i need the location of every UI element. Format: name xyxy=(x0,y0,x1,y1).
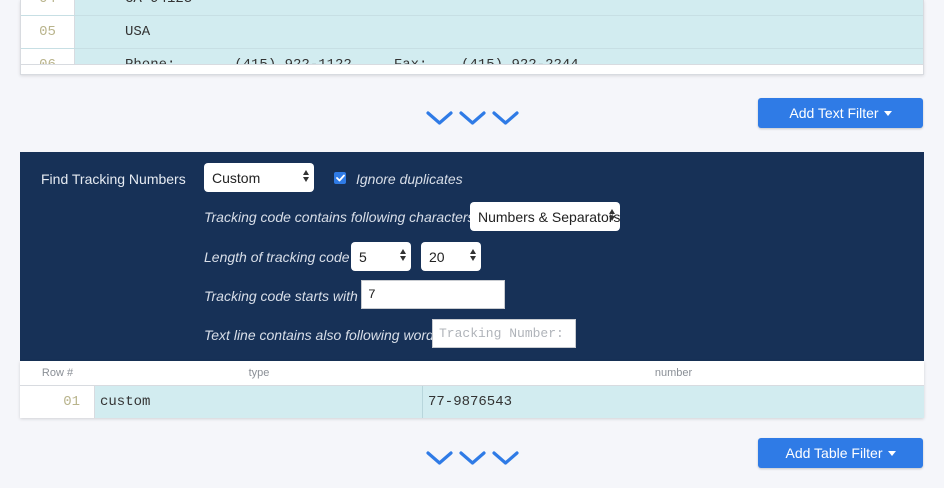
text-line: 04 CA 94123 xyxy=(21,0,923,16)
row-number: 01 xyxy=(20,386,95,418)
results-table: Row # type number 01 custom 77-9876543 xyxy=(20,361,924,418)
text-line: 05 USA xyxy=(21,16,923,49)
app-root: 04 CA 94123 05 USA 06 Phone: (415) 922-1… xyxy=(0,0,944,488)
chars-select-value: Numbers & Separators xyxy=(478,208,620,225)
select-arrows-icon xyxy=(609,209,615,221)
line-number: 04 xyxy=(21,0,75,15)
length-min-select[interactable]: 5 xyxy=(351,242,411,271)
add-table-filter-label: Add Table Filter xyxy=(785,445,883,461)
col-header-row: Row # xyxy=(41,367,74,379)
chevron-down-icon xyxy=(459,110,486,126)
chevrons-down xyxy=(426,450,519,466)
table-row[interactable]: 01 custom 77-9876543 xyxy=(20,385,924,418)
text-preview[interactable]: 04 CA 94123 05 USA 06 Phone: (415) 922-1… xyxy=(20,0,924,75)
add-table-filter-button[interactable]: Add Table Filter xyxy=(758,438,923,468)
scroll-footer xyxy=(21,64,923,74)
line-number: 05 xyxy=(21,16,75,48)
length-min-value: 5 xyxy=(359,248,367,265)
tracking-filter-panel: Find Tracking Numbers Custom Ignore dupl… xyxy=(20,152,924,361)
panel-title: Find Tracking Numbers xyxy=(41,171,186,187)
chevron-down-icon xyxy=(492,110,519,126)
line-text: CA 94123 xyxy=(75,0,923,15)
cell-type: custom xyxy=(95,386,423,418)
also-word-input[interactable] xyxy=(432,319,576,348)
mode-select[interactable]: Custom xyxy=(204,163,314,192)
select-arrows-icon xyxy=(400,249,406,261)
ignore-duplicates-checkbox[interactable] xyxy=(334,172,346,184)
starts-with-label: Tracking code starts with xyxy=(204,288,358,304)
col-header-type: type xyxy=(248,367,270,379)
chevron-down-icon xyxy=(492,450,519,466)
also-word-label: Text line contains also following word xyxy=(204,327,434,343)
ignore-duplicates-label[interactable]: Ignore duplicates xyxy=(356,171,463,187)
mode-select-value: Custom xyxy=(212,169,261,186)
col-header-number: number xyxy=(654,367,693,379)
length-max-select[interactable]: 20 xyxy=(421,242,481,271)
cell-number: 77-9876543 xyxy=(423,386,924,418)
chevron-down-icon xyxy=(426,110,453,126)
caret-down-icon xyxy=(887,450,896,456)
chevrons-down xyxy=(426,110,519,126)
caret-down-icon xyxy=(883,110,892,116)
chars-label: Tracking code contains following charact… xyxy=(204,209,475,225)
length-label: Length of tracking code xyxy=(204,249,350,265)
length-max-value: 20 xyxy=(429,248,445,265)
starts-with-input[interactable] xyxy=(361,280,505,309)
add-text-filter-button[interactable]: Add Text Filter xyxy=(758,98,923,128)
chevron-down-icon xyxy=(426,450,453,466)
line-text: USA xyxy=(75,16,923,48)
select-arrows-icon xyxy=(303,170,309,182)
add-text-filter-label: Add Text Filter xyxy=(789,105,879,121)
chars-select[interactable]: Numbers & Separators xyxy=(470,202,620,231)
chevron-down-icon xyxy=(459,450,486,466)
select-arrows-icon xyxy=(470,249,476,261)
